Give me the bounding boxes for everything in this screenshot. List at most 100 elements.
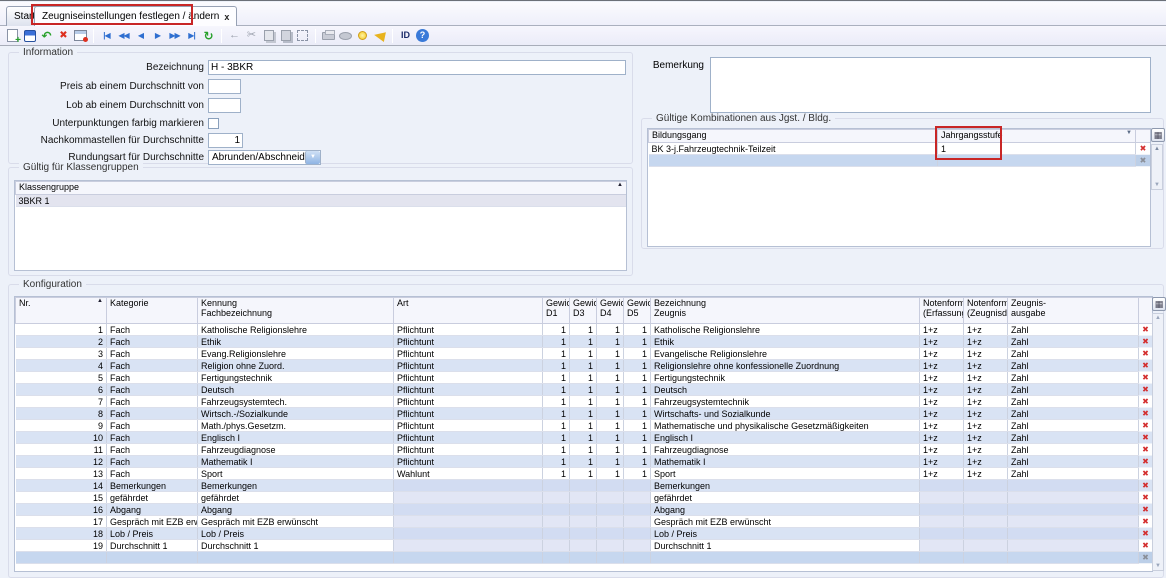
config-row[interactable]: 10 Fach Englisch I Pflichtunt 1 1 1 1 Englisch I… — [15, 431, 1152, 444]
delete-row-button[interactable]: ✖ — [1138, 551, 1152, 564]
lob-durchschnitt-input[interactable] — [208, 97, 241, 113]
delete-row-button[interactable]: ✖ — [1138, 515, 1152, 528]
preis-durchschnitt-input[interactable] — [208, 78, 241, 94]
cut-button[interactable]: ✂ — [243, 28, 260, 44]
config-row[interactable]: 1 Fach Katholische Religionslehre Pflichtun… — [15, 323, 1152, 336]
unterpunktungen-checkbox[interactable] — [208, 117, 219, 129]
refresh-button[interactable]: ↻ — [200, 28, 217, 44]
bemerkung-textarea[interactable] — [710, 57, 1151, 113]
delete-row-button[interactable]: ✖ — [1138, 455, 1152, 468]
scroll-up-icon[interactable]: ▲ — [1153, 315, 1163, 321]
col-gewicht-d5[interactable]: GewichtD5 — [623, 297, 651, 324]
fast-next-button[interactable]: ▶▶ — [166, 28, 183, 44]
fast-prev-button[interactable]: ◀◀ — [115, 28, 132, 44]
sort-ascending-icon[interactable]: ▲ — [97, 299, 103, 305]
konfiguration-scrollbar[interactable]: ▲ ▼ — [1152, 313, 1164, 571]
grid-settings-button[interactable]: ▦ — [1151, 128, 1165, 142]
kombinationen-scrollbar[interactable]: ▲ ▼ — [1151, 144, 1163, 190]
grid-settings-button[interactable]: ▦ — [1152, 297, 1166, 311]
col-notenformat-erfassung[interactable]: Notenformat(Erfassung) — [919, 297, 964, 324]
delete-row-button[interactable]: ✖ — [1138, 539, 1152, 552]
config-row[interactable]: 14 Bemerkungen Bemerkungen Bemerkungen ✖ — [15, 479, 1152, 492]
last-record-button[interactable]: ▶| — [183, 28, 200, 44]
config-row[interactable]: 12 Fach Mathematik I Pflichtunt 1 1 1 1 Mathemat… — [15, 455, 1152, 468]
edit-form-button[interactable] — [72, 28, 89, 44]
first-record-button[interactable]: |◀ — [98, 28, 115, 44]
copy-button[interactable] — [260, 28, 277, 44]
col-klassengruppe[interactable]: Klassengruppe ▲ — [15, 181, 626, 195]
col-gewicht-d4[interactable]: GewichtD4 — [596, 297, 624, 324]
select-region-button[interactable] — [294, 28, 311, 44]
config-row[interactable]: 6 Fach Deutsch Pflichtunt 1 1 1 1 Deutsch 1+z 1+z Z… — [15, 383, 1152, 396]
save-button[interactable] — [21, 28, 38, 44]
config-row[interactable]: 8 Fach Wirtsch.-/Sozialkunde Pflichtunt 1 1 1 1… — [15, 407, 1152, 420]
chevron-down-icon[interactable]: ▼ — [305, 150, 320, 164]
delete-row-button[interactable]: ✖ — [1138, 503, 1152, 516]
prev-record-button[interactable]: ◀ — [132, 28, 149, 44]
paste-button[interactable] — [277, 28, 294, 44]
tab-zeugniseinstellungen[interactable]: Zeugniseinstellungen festlegen / ändern … — [34, 6, 238, 26]
config-row[interactable]: 2 Fach Ethik Pflichtunt 1 1 1 1 Ethik 1+z 1+z Zahl ✖ — [15, 335, 1152, 348]
next-record-button[interactable]: ▶ — [149, 28, 166, 44]
bezeichnung-input[interactable] — [208, 59, 626, 75]
undo-button[interactable]: ↶ — [38, 28, 55, 44]
rundungsart-select[interactable]: Abrunden/Abschneiden ▼ — [208, 149, 321, 165]
klassengruppen-row[interactable]: 3BKR 1 — [15, 194, 626, 207]
chevron-down-icon[interactable]: ▼ — [1126, 131, 1132, 137]
kombinationen-empty-row[interactable]: ✖ — [648, 154, 1150, 167]
config-row[interactable]: 19 Durchschnitt 1 Durchschnitt 1 Durchschni… — [15, 539, 1152, 552]
delete-row-button[interactable]: ✖ — [1138, 431, 1152, 444]
delete-row-button[interactable]: ✖ — [1138, 491, 1152, 504]
config-row[interactable]: 13 Fach Sport Wahlunt 1 1 1 1 Sport 1+z 1+z Zahl ✖ — [15, 467, 1152, 480]
tab-zeugniseinstellungen-close-icon[interactable]: x — [224, 12, 229, 22]
help-button[interactable]: ? — [414, 28, 431, 44]
delete-row-button[interactable]: ✖ — [1138, 371, 1152, 384]
kombinationen-row[interactable]: BK 3-j.Fahrzeugtechnik-Teilzeit 1 ✖ — [648, 142, 1150, 155]
col-bezeichnung-zeugnis[interactable]: Bezeichnung Zeugnis — [650, 297, 920, 324]
col-art[interactable]: Art — [393, 297, 543, 324]
stamp-button[interactable] — [337, 28, 354, 44]
config-row[interactable]: 9 Fach Math./phys.Gesetzm. Pflichtunt 1 1 1 1 Ma… — [15, 419, 1152, 432]
delete-row-button[interactable]: ✖ — [1138, 419, 1152, 432]
delete-row-button[interactable]: ✖ — [1138, 443, 1152, 456]
col-kategorie[interactable]: Kategorie — [106, 297, 198, 324]
delete-row-button[interactable]: ✖ — [1138, 395, 1152, 408]
delete-row-button[interactable]: ✖ — [1135, 142, 1150, 155]
col-gewicht-d1[interactable]: GewichtD1 — [542, 297, 570, 324]
col-kennung[interactable]: Kennung Fachbezeichnung — [197, 297, 394, 324]
scroll-down-icon[interactable]: ▼ — [1153, 563, 1163, 569]
delete-row-button[interactable]: ✖ — [1138, 347, 1152, 360]
scroll-down-icon[interactable]: ▼ — [1152, 182, 1162, 188]
config-row[interactable]: 11 Fach Fahrzeugdiagnose Pflichtunt 1 1 1 1 Fahr… — [15, 443, 1152, 456]
id-button[interactable]: ID — [397, 28, 414, 44]
back-arrow-button[interactable]: ← — [226, 28, 243, 44]
config-row[interactable]: 15 gefährdet gefährdet gefährdet ✖ — [15, 491, 1152, 504]
config-row[interactable]: 17Gespräch mit EZB erwünschtGespräch mit… — [15, 515, 1152, 528]
delete-record-button[interactable]: ✖ — [55, 28, 72, 44]
config-row[interactable]: 7 Fach Fahrzeugsystemtech. Pflichtunt 1 1 1 1 Fa… — [15, 395, 1152, 408]
config-row[interactable]: 16 Abgang Abgang Abgang ✖ — [15, 503, 1152, 516]
col-bildungsgang[interactable]: Bildungsgang — [648, 129, 938, 143]
delete-row-button[interactable]: ✖ — [1138, 467, 1152, 480]
config-row[interactable]: 3 Fach Evang.Religionslehre Pflichtunt 1 1 1 1 E… — [15, 347, 1152, 360]
print-button[interactable] — [320, 28, 337, 44]
nachkommastellen-input[interactable] — [208, 132, 243, 148]
delete-row-button[interactable]: ✖ — [1138, 335, 1152, 348]
delete-row-button[interactable]: ✖ — [1138, 479, 1152, 492]
sort-ascending-icon[interactable]: ▲ — [617, 183, 623, 189]
delete-row-button[interactable]: ✖ — [1138, 407, 1152, 420]
delete-row-button[interactable]: ✖ — [1138, 323, 1152, 336]
config-row[interactable]: 18 Lob / Preis Lob / Preis Lob / Preis ✖ — [15, 527, 1152, 540]
col-zeugnisausgabe[interactable]: Zeugnis-ausgabe — [1007, 297, 1139, 324]
col-nr[interactable]: Nr. ▲ — [15, 297, 107, 324]
delete-row-button[interactable]: ✖ — [1138, 383, 1152, 396]
delete-row-button[interactable]: ✖ — [1138, 527, 1152, 540]
scroll-up-icon[interactable]: ▲ — [1152, 146, 1162, 152]
delete-row-button[interactable]: ✖ — [1135, 154, 1150, 167]
col-gewicht-d3[interactable]: GewichtD3 — [569, 297, 597, 324]
config-row[interactable]: ✖ — [15, 551, 1152, 564]
config-row[interactable]: 5 Fach Fertigungstechnik Pflichtunt 1 1 1 1 Fert… — [15, 371, 1152, 384]
delete-row-button[interactable]: ✖ — [1138, 359, 1152, 372]
col-notenformat-zeugnisdruck[interactable]: Notenformat(Zeugnisdruck) — [963, 297, 1008, 324]
hint-button[interactable] — [354, 28, 371, 44]
